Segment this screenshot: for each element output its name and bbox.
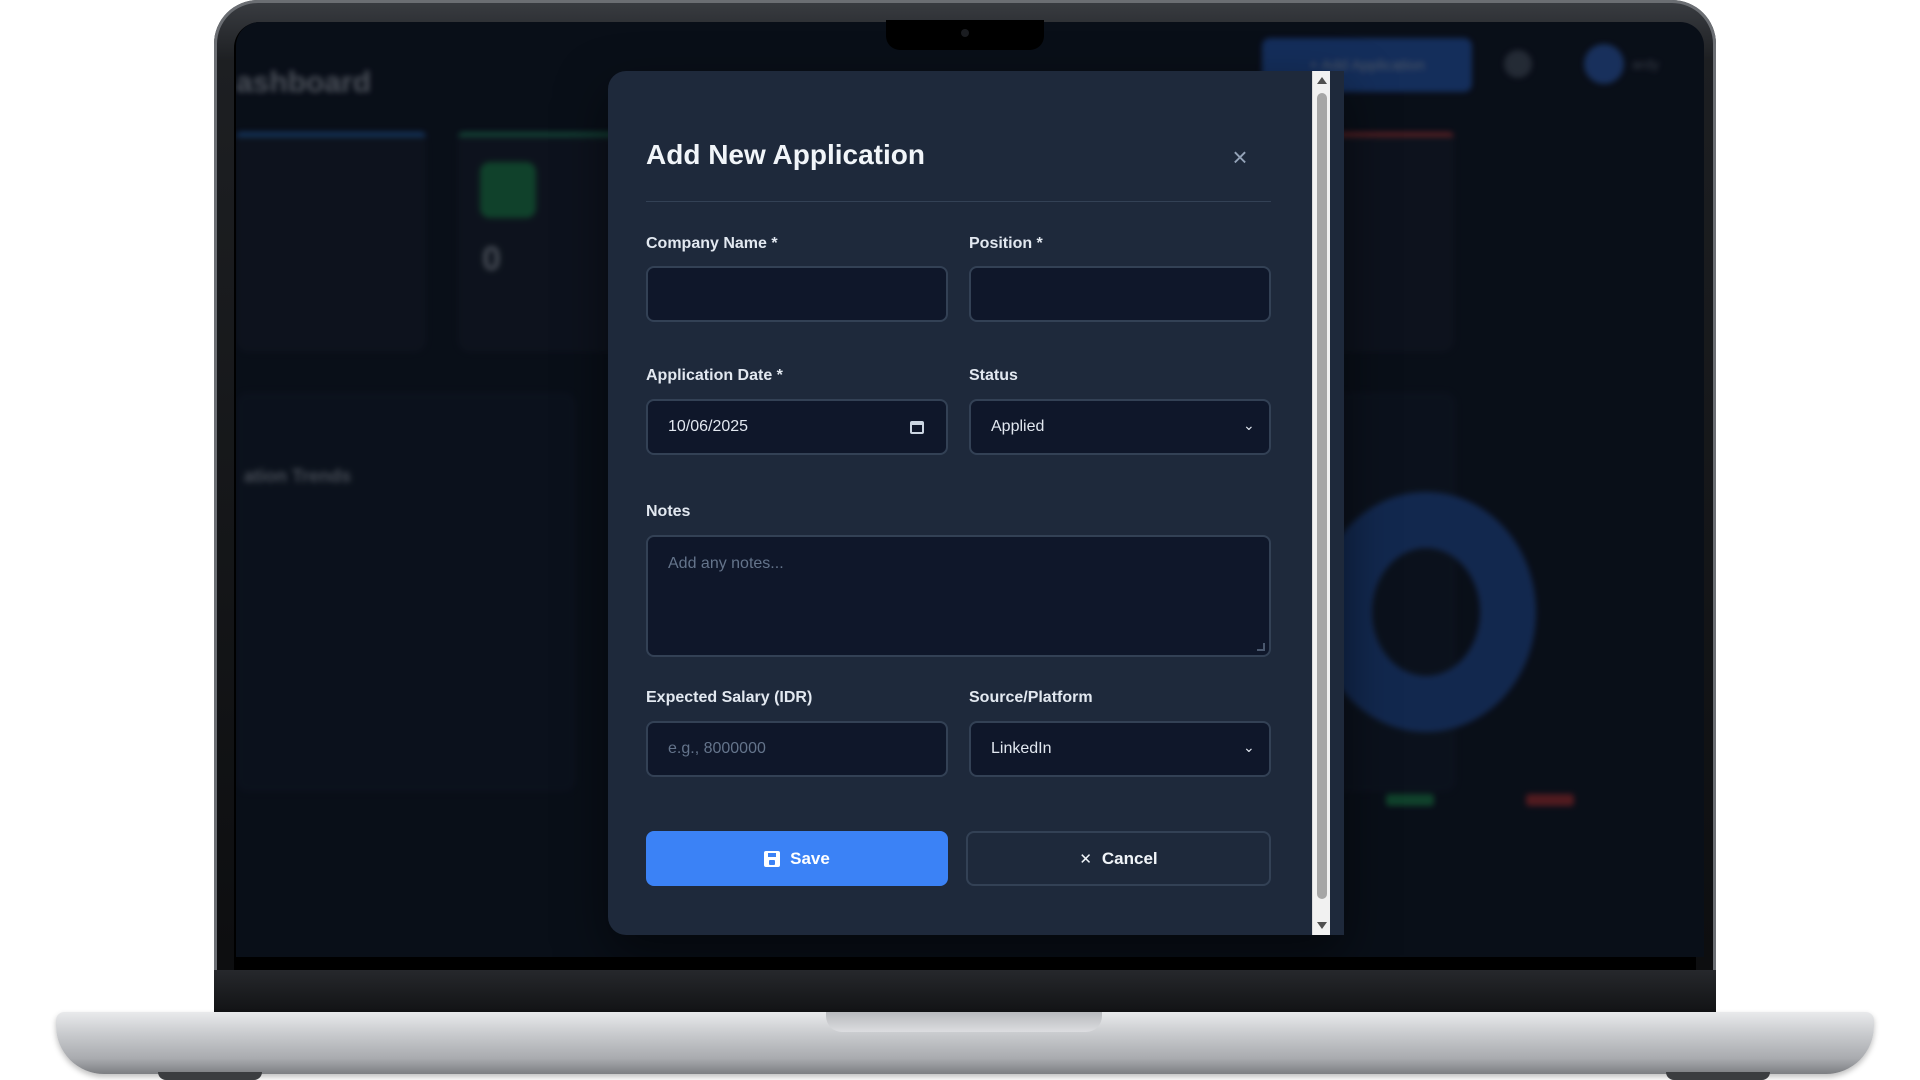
source-platform-selected: LinkedIn [991, 740, 1052, 757]
resize-handle[interactable] [1257, 643, 1265, 651]
laptop-opening-notch [826, 1012, 1102, 1032]
status-label: Status [969, 367, 1018, 384]
save-icon [764, 850, 781, 867]
expected-salary-placeholder: e.g., 8000000 [668, 740, 766, 757]
chevron-down-icon: ⌄ [1243, 739, 1255, 755]
laptop-foot [158, 1072, 262, 1080]
laptop-foot [1666, 1072, 1770, 1080]
position-label: Position * [969, 235, 1043, 252]
scroll-up-icon[interactable] [1317, 77, 1327, 84]
position-input[interactable] [969, 266, 1271, 322]
modal-scrollbar[interactable] [1312, 71, 1330, 935]
status-selected: Applied [991, 418, 1045, 435]
expected-salary-input[interactable]: e.g., 8000000 [646, 721, 948, 777]
source-platform-select[interactable]: LinkedIn ⌄ [969, 721, 1271, 777]
save-button[interactable]: Save [646, 831, 948, 886]
application-date-input[interactable]: 10/06/2025 [646, 399, 948, 455]
close-icon[interactable]: × [1224, 141, 1256, 173]
camera-icon [961, 29, 969, 37]
expected-salary-label: Expected Salary (IDR) [646, 689, 813, 706]
calendar-icon[interactable] [910, 421, 924, 434]
cancel-button-label: Cancel [1101, 848, 1158, 868]
add-application-modal: Add New Application × Company Name * Pos… [608, 71, 1344, 935]
scroll-down-icon[interactable] [1317, 922, 1327, 929]
close-icon: ✕ [1079, 850, 1092, 868]
source-platform-label: Source/Platform [969, 689, 1093, 706]
scroll-thumb[interactable] [1317, 93, 1327, 899]
chevron-down-icon: ⌄ [1243, 417, 1255, 433]
notes-textarea[interactable]: Add any notes... [646, 535, 1271, 657]
status-select[interactable]: Applied ⌄ [969, 399, 1271, 455]
modal-divider [646, 201, 1271, 202]
save-button-label: Save [790, 848, 830, 868]
screen: ashboard + Add Application ardy 0 0 atio… [236, 22, 1704, 957]
application-date-value: 10/06/2025 [668, 418, 749, 435]
cancel-button[interactable]: ✕ Cancel [966, 831, 1271, 886]
notes-label: Notes [646, 503, 691, 520]
company-name-label: Company Name * [646, 235, 778, 252]
notes-placeholder: Add any notes... [668, 555, 784, 572]
application-date-label: Application Date * [646, 367, 783, 384]
laptop-chin [214, 970, 1716, 1014]
company-name-input[interactable] [646, 266, 948, 322]
modal-title: Add New Application [646, 139, 925, 170]
